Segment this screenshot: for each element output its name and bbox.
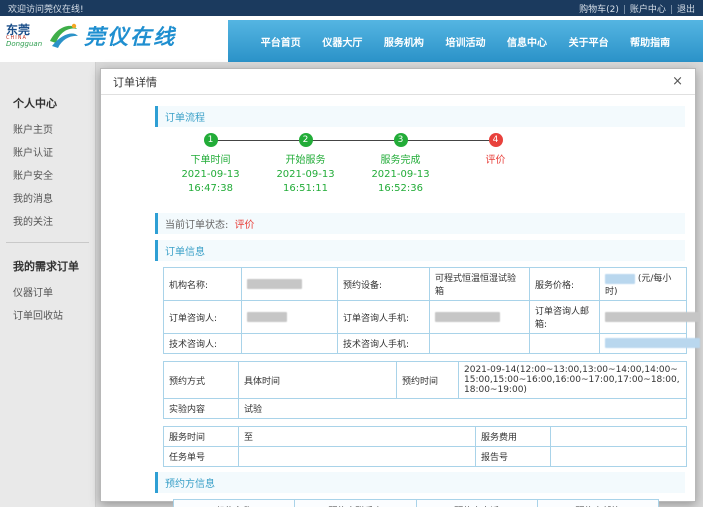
section-order-info: 订单信息 [155,240,685,261]
price-label: 服务价格: [530,268,600,301]
reserve-col-mail: 预约方邮箱 [537,500,658,507]
redacted-value [247,312,287,322]
order-status: 当前订单状态: 评价 [155,213,685,234]
reserve-col-org: 机构名称 [174,500,295,507]
sidebar-item-account-home[interactable]: 账户主页 [0,117,95,140]
nav-item-news[interactable]: 信息中心 [507,34,547,49]
tech-phone-label: 技术咨询人手机: [338,334,430,354]
booking-mode-value: 具体时间 [239,362,397,399]
experiment-value: 试验 [239,399,687,419]
service-fee-label: 服务费用 [476,427,551,447]
report-no-label: 报告号 [476,447,551,467]
main-nav: 平台首页 仪器大厅 服务机构 培训活动 信息中心 关于平台 帮助指南 [228,20,703,62]
flow-step-placed: 1 下单时间 2021-09-13 16:47:38 [163,133,258,194]
site-name: 莞仪在线 [84,21,176,51]
order-flow: 1 下单时间 2021-09-13 16:47:38 2 开始服务 2021-0… [163,133,563,207]
tech-mail-value [600,334,687,354]
consult-value [242,301,338,334]
reserve-col-contact: 预约方联系人 [295,500,416,507]
content-area: 个人中心 账户主页 账户认证 账户安全 我的消息 我的关注 我的需求订单 仪器订… [0,62,703,507]
redacted-value [605,338,700,348]
sidebar-item-messages[interactable]: 我的消息 [0,186,95,209]
task-no-value [239,447,476,467]
sidebar: 个人中心 账户主页 账户认证 账户安全 我的消息 我的关注 我的需求订单 仪器订… [0,62,96,507]
site-logo[interactable]: 东莞 CHINA Dongguan 莞仪在线 [6,19,176,53]
device-value: 可程式恒温恒湿试验箱 [430,268,530,301]
flow-step-started: 2 开始服务 2021-09-13 16:51:11 [258,133,353,194]
price-value: (元/每小时) [600,268,687,301]
section-reserve-info: 预约方信息 [155,472,685,493]
service-time-label: 服务时间 [164,427,239,447]
booking-table: 预约方式 具体时间 预约时间 2021-09-14(12:00~13:00,13… [163,361,687,419]
topbar-links: 购物车(2)|账户中心|退出 [579,2,695,15]
nav-item-home[interactable]: 平台首页 [261,34,301,49]
task-no-label: 任务单号 [164,447,239,467]
order-detail-modal: 订单详情 × 订单流程 1 下单时间 2021-09-13 16:47:38 2… [100,68,696,502]
service-time-value: 至 [239,427,476,447]
welcome-text: 欢迎访问莞仪在线! [8,2,84,15]
logout-link[interactable]: 退出 [677,5,695,15]
section-order-flow: 订单流程 [155,106,685,127]
nav-item-service-orgs[interactable]: 服务机构 [384,34,424,49]
org-name-label: 机构名称: [164,268,242,301]
tech-value [242,334,338,354]
order-info-table: 机构名称: 预约设备: 可程式恒温恒湿试验箱 服务价格: (元/每小时) 订单咨… [163,267,687,354]
redacted-value [435,312,500,322]
nav-item-help[interactable]: 帮助指南 [630,34,670,49]
sidebar-divider [6,242,89,243]
header: 东莞 CHINA Dongguan 莞仪在线 平台首页 仪器大厅 服务机构 培训… [0,16,703,62]
step-circle-3: 3 [394,133,408,147]
account-center-link[interactable]: 账户中心 [630,5,666,15]
service-fee-value [551,427,687,447]
consult-mail-label: 订单咨询人邮箱: [530,301,600,334]
consult-phone-value [430,301,530,334]
close-icon[interactable]: × [672,75,683,88]
logo-swoosh-icon [46,19,80,53]
consult-phone-label: 订单咨询人手机: [338,301,430,334]
nav-item-instruments[interactable]: 仪器大厅 [322,34,362,49]
brand-en: Dongguan [6,41,42,48]
reserve-col-phone: 预约方电话 [416,500,537,507]
sidebar-section-personal: 个人中心 [0,90,95,117]
order-status-value: 评价 [235,220,255,231]
cart-link[interactable]: 购物车(2) [579,5,619,15]
redacted-value [247,279,302,289]
report-no-value [551,447,687,467]
booking-time-label: 预约时间 [397,362,459,399]
nav-item-training[interactable]: 培训活动 [445,34,485,49]
redacted-value [605,312,700,322]
order-status-label: 当前订单状态: [165,220,228,231]
booking-mode-label: 预约方式 [164,362,239,399]
nav-item-about[interactable]: 关于平台 [569,34,609,49]
step-circle-4: 4 [489,133,503,147]
tech-phone-value [430,334,530,354]
sidebar-section-orders: 我的需求订单 [0,253,95,280]
modal-header: 订单详情 × [101,69,695,95]
flow-step-review: 4 评价 [448,133,543,194]
reserve-table: 机构名称 预约方联系人 预约方电话 预约方邮箱 [173,499,659,507]
booking-time-value: 2021-09-14(12:00~13:00,13:00~14:00,14:00… [459,362,687,399]
flow-step-completed: 3 服务完成 2021-09-13 16:52:36 [353,133,448,194]
sidebar-item-account-security[interactable]: 账户安全 [0,163,95,186]
device-label: 预约设备: [338,268,430,301]
consult-label: 订单咨询人: [164,301,242,334]
modal-body: 订单流程 1 下单时间 2021-09-13 16:47:38 2 开始服务 2… [101,95,695,507]
org-name-value [242,268,338,301]
step-circle-2: 2 [299,133,313,147]
step-circle-1: 1 [204,133,218,147]
sidebar-item-instrument-orders[interactable]: 仪器订单 [0,280,95,303]
consult-mail-value [600,301,687,334]
experiment-label: 实验内容 [164,399,239,419]
sidebar-item-account-auth[interactable]: 账户认证 [0,140,95,163]
tech-label: 技术咨询人: [164,334,242,354]
redacted-value [605,274,635,284]
sidebar-item-follows[interactable]: 我的关注 [0,209,95,232]
service-table: 服务时间 至 服务费用 任务单号 报告号 [163,426,687,467]
topbar: 欢迎访问莞仪在线! 购物车(2)|账户中心|退出 [0,0,703,16]
sidebar-item-order-recycle[interactable]: 订单回收站 [0,303,95,326]
modal-title: 订单详情 [113,74,157,90]
